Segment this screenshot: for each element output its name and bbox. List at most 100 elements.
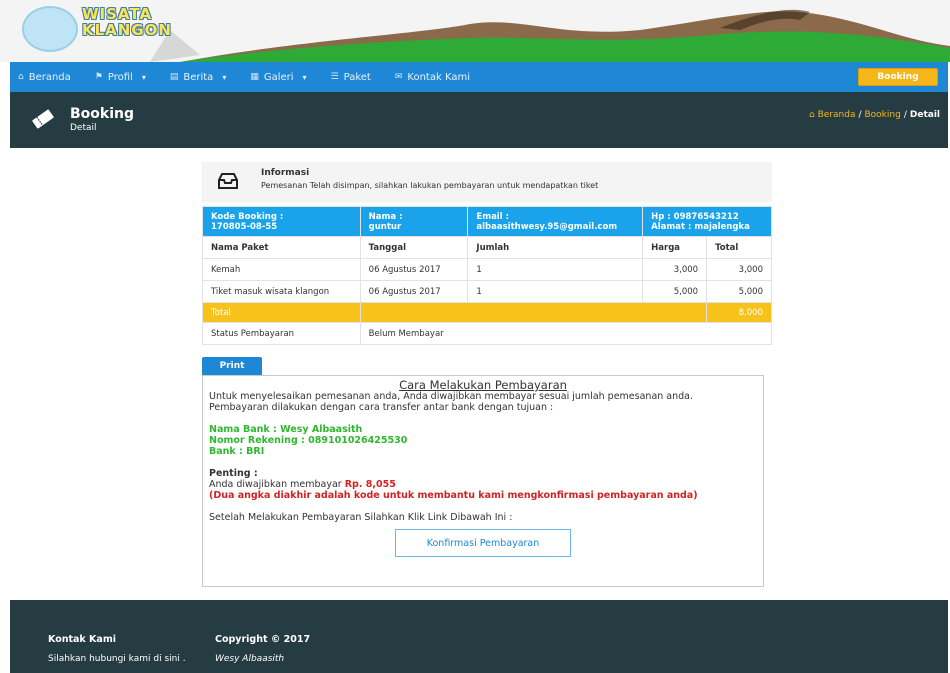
footer-copyright-title: Copyright © 2017 <box>215 634 311 645</box>
after-payment-text: Setelah Melakukan Pembayaran Silahkan Kl… <box>209 512 513 523</box>
logo-line-1: WISATA <box>82 5 153 23</box>
must-pay-line: Anda diwajibkan membayar Rp. 8,055 <box>209 479 757 490</box>
header-banner: WISATA KLANGON <box>0 0 950 62</box>
kode-booking-cell: Kode Booking : 170805-08-55 <box>202 206 361 237</box>
image-icon: ▦ <box>250 72 259 82</box>
paket-cell: Kemah <box>202 258 361 281</box>
bank: Bank : BRI <box>209 446 265 457</box>
nav-label: Kontak Kami <box>407 71 470 83</box>
total-row: Total 8,000 <box>202 302 772 323</box>
contact-cell: Hp : 09876543212 Alamat : majalengka <box>642 206 772 237</box>
nav-item-berita[interactable]: ▤ Berita ▾ <box>170 72 226 83</box>
unique-code-note: (Dua angka diakhir adalah kode untuk mem… <box>209 490 698 501</box>
logo-text[interactable]: WISATA KLANGON <box>82 6 172 38</box>
table-row: Tiket masuk wisata klangon 06 Agustus 20… <box>202 280 772 303</box>
nav-item-paket[interactable]: ☰ Paket <box>331 72 371 83</box>
home-icon: ⌂ <box>18 72 24 82</box>
tanggal-cell: 06 Agustus 2017 <box>359 258 469 281</box>
col-header: Jumlah <box>467 236 644 259</box>
footer-copyright: Copyright © 2017 Wesy Albaasith <box>215 634 415 665</box>
alamat-value: Alamat : majalengka <box>651 221 750 232</box>
info-title: Informasi <box>261 168 310 178</box>
breadcrumb: ⌂ Beranda / Booking / Detail <box>809 110 940 120</box>
jumlah-cell: 1 <box>467 258 644 281</box>
booking-detail-table: Kode Booking : 170805-08-55 Nama : guntu… <box>202 206 773 345</box>
nav-label: Profil <box>107 71 133 83</box>
payment-title: Cara Melakukan Pembayaran <box>399 378 567 392</box>
print-button[interactable]: Print <box>202 357 262 375</box>
payment-intro: Untuk menyelesaikan pemesanan anda, Anda… <box>209 391 694 402</box>
booking-button[interactable]: Booking <box>858 68 938 86</box>
nav-item-kontak[interactable]: ✉ Kontak Kami <box>395 72 470 83</box>
page-subtitle: Detail <box>70 123 97 133</box>
column-header-row: Nama Paket Tanggal Jumlah Harga Total <box>202 236 772 259</box>
page-title: Booking <box>70 106 135 122</box>
payment-transfer: Pembayaran dilakukan dengan cara transfe… <box>209 402 554 413</box>
hp-value: Hp : 09876543212 <box>651 211 739 222</box>
status-label: Status Pembayaran <box>202 322 361 345</box>
total-cell: 5,000 <box>706 280 772 303</box>
pay-amount: Rp. 8,055 <box>344 479 396 490</box>
email-cell: Email : albaasithwesy.95@gmail.com <box>467 206 644 237</box>
breadcrumb-link-beranda[interactable]: Beranda <box>818 110 856 120</box>
tanggal-cell: 06 Agustus 2017 <box>359 280 469 303</box>
status-row: Status Pembayaran Belum Membayar <box>202 322 773 345</box>
booking-summary-row: Kode Booking : 170805-08-55 Nama : guntu… <box>202 206 772 237</box>
main-content: Informasi Pemesanan Telah disimpan, sila… <box>10 148 948 600</box>
footer-contact: Kontak Kami Silahkan hubungi kami di sin… <box>48 634 188 665</box>
caret-down-icon: ▾ <box>302 72 307 82</box>
must-pay-text: Anda diwajibkan membayar <box>209 479 345 490</box>
footer-contact-text: Silahkan hubungi kami di sini . <box>48 654 186 664</box>
page-header: Booking Detail ⌂ Beranda / Booking / Detail <box>10 92 948 148</box>
breadcrumb-link-booking[interactable]: Booking <box>865 110 901 120</box>
total-spacer <box>359 302 708 323</box>
nav-item-profil[interactable]: ⚑ Profil ▾ <box>95 72 146 83</box>
paket-cell: Tiket masuk wisata klangon <box>202 280 361 303</box>
logo-line-2: KLANGON <box>82 21 172 39</box>
kode-booking-value: 170805-08-55 <box>211 221 278 232</box>
news-icon: ▤ <box>169 72 179 82</box>
col-header: Total <box>706 236 772 259</box>
footer: Kontak Kami Silahkan hubungi kami di sin… <box>10 600 948 673</box>
home-icon: ⌂ <box>809 110 815 120</box>
chat-icon: ✉ <box>394 72 403 82</box>
jumlah-cell: 1 <box>467 280 644 303</box>
email-value: albaasithwesy.95@gmail.com <box>476 221 618 232</box>
email-label: Email : <box>476 211 509 222</box>
nama-cell: Nama : guntur <box>359 206 469 237</box>
col-header: Nama Paket <box>202 236 361 259</box>
inbox-icon <box>218 173 238 189</box>
breadcrumb-separator: / <box>858 110 862 120</box>
caret-down-icon: ▾ <box>222 72 227 82</box>
col-header: Harga <box>642 236 708 259</box>
status-value: Belum Membayar <box>359 322 773 345</box>
confirm-payment-button[interactable]: Konfirmasi Pembayaran <box>395 529 571 557</box>
harga-cell: 3,000 <box>642 258 708 281</box>
nav-label: Beranda <box>28 71 71 83</box>
caret-down-icon: ▾ <box>141 72 146 82</box>
kode-booking-label: Kode Booking : <box>211 211 284 222</box>
nama-value: guntur <box>368 221 402 232</box>
ticket-icon <box>32 109 54 129</box>
nav-item-beranda[interactable]: ⌂ Beranda <box>18 72 71 83</box>
info-text: Pemesanan Telah disimpan, silahkan lakuk… <box>261 181 599 190</box>
total-cell: 3,000 <box>706 258 772 281</box>
penting-label: Penting : <box>209 468 258 479</box>
harga-cell: 5,000 <box>642 280 708 303</box>
breadcrumb-current: Detail <box>909 110 940 120</box>
list-icon: ☰ <box>330 72 339 82</box>
total-label: Total <box>202 302 361 323</box>
nav-item-galeri[interactable]: ▦ Galeri ▾ <box>250 72 306 83</box>
table-row: Kemah 06 Agustus 2017 1 3,000 3,000 <box>202 258 772 281</box>
col-header: Tanggal <box>359 236 469 259</box>
bank-name: Nama Bank : Wesy Albaasith <box>209 424 363 435</box>
total-value: 8,000 <box>706 302 772 323</box>
footer-copyright-text: Wesy Albaasith <box>215 654 285 664</box>
info-alert: Informasi Pemesanan Telah disimpan, sila… <box>202 162 772 202</box>
account-number: Nomor Rekening : 089101026425530 <box>209 435 408 446</box>
flag-icon: ⚑ <box>94 72 103 82</box>
nav-label: Paket <box>343 71 371 83</box>
footer-contact-title: Kontak Kami <box>48 634 116 645</box>
